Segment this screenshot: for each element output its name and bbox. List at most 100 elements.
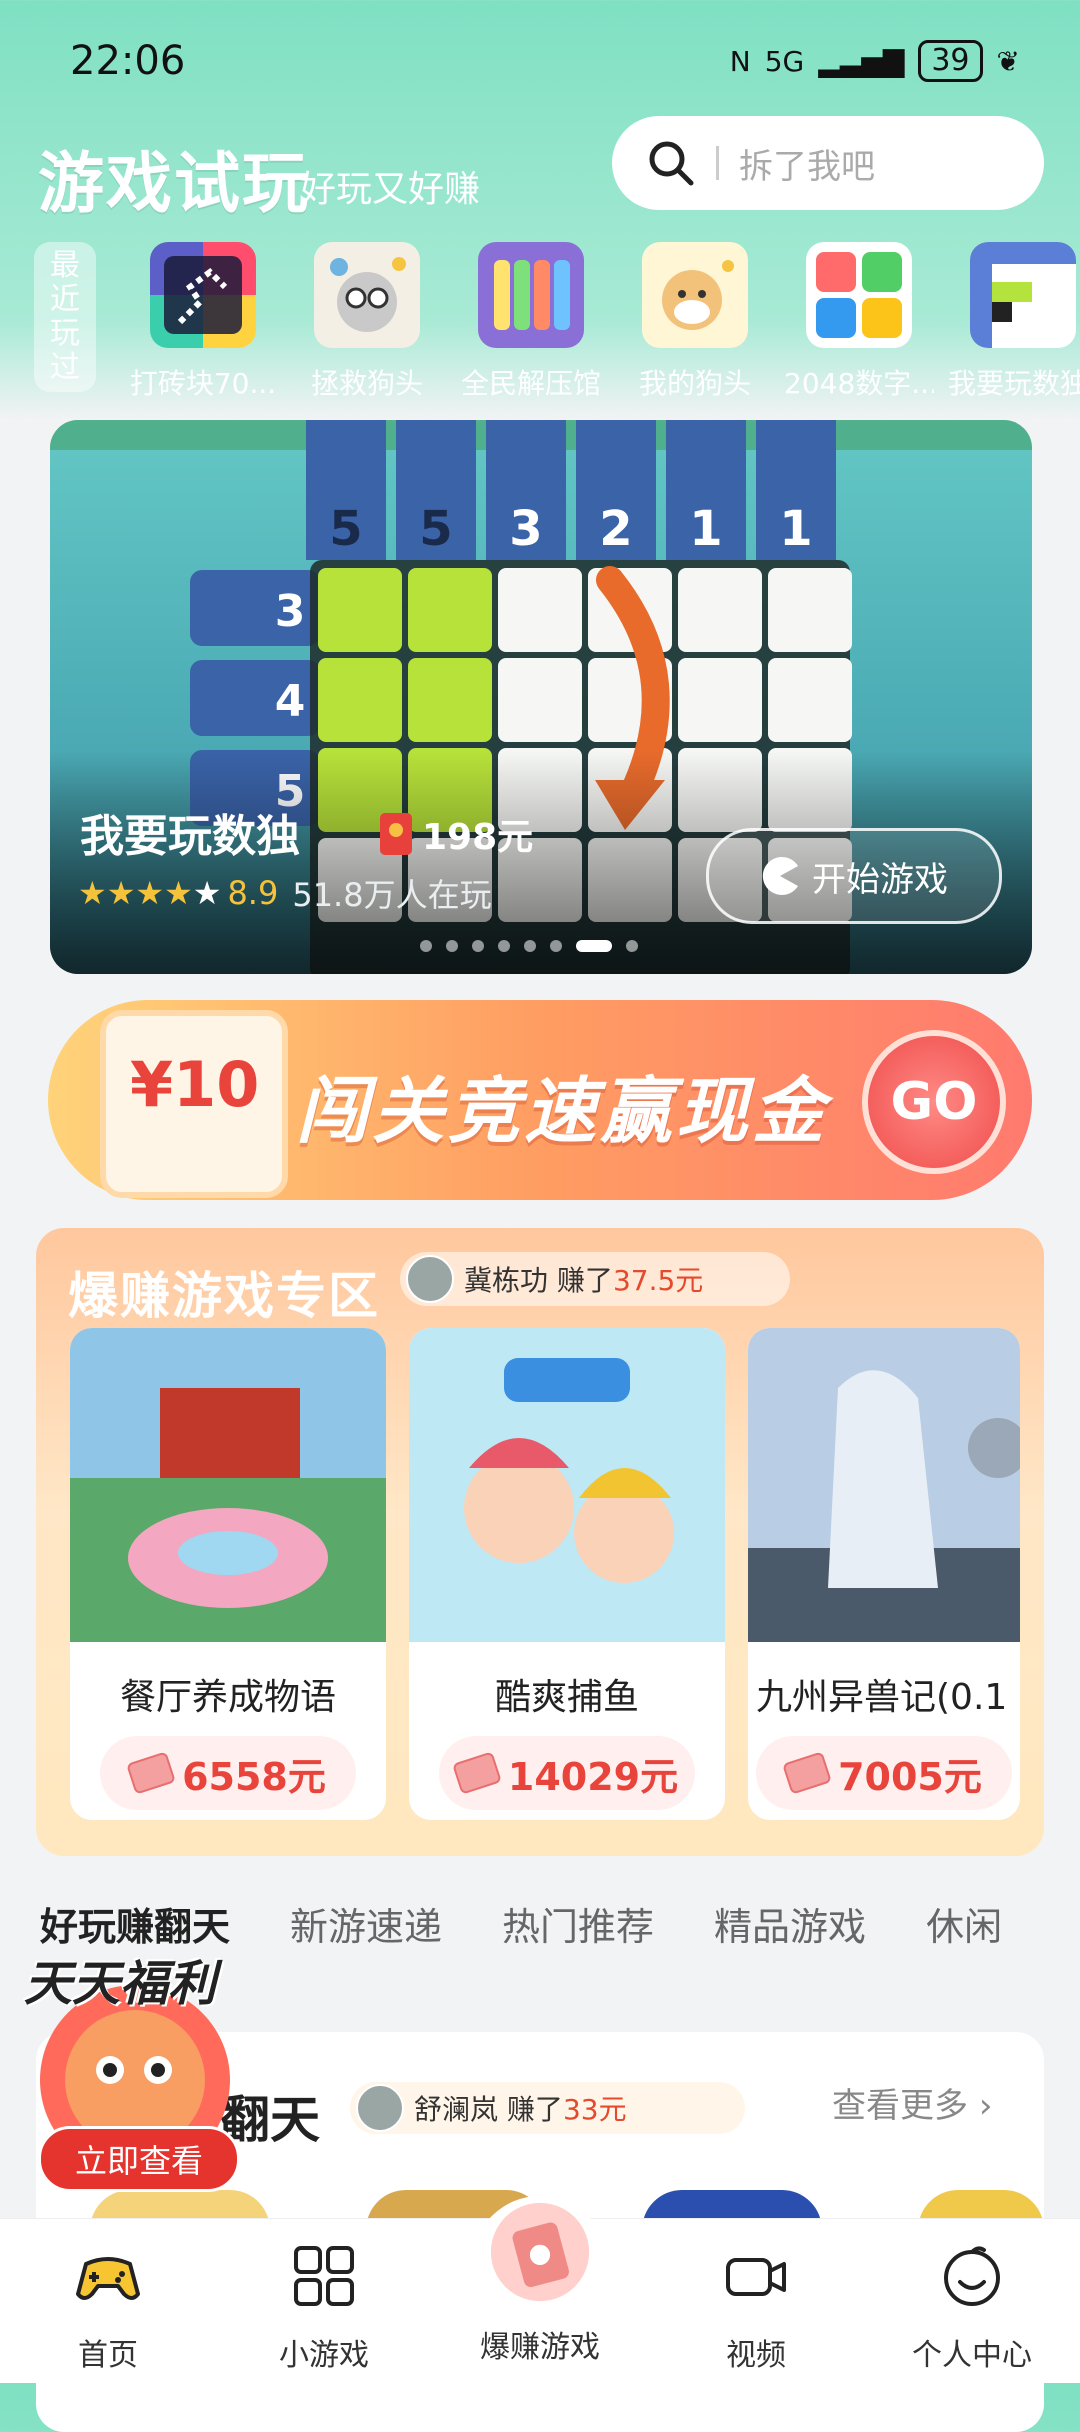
sudoku-game-icon [970, 242, 1076, 348]
puzzle-cell [318, 568, 402, 652]
ticker-amount: 37.5元 [612, 1264, 704, 1297]
nav-video[interactable]: 视频 [648, 2240, 864, 2374]
recent-game-save-dog[interactable]: 拯救狗头 [292, 242, 442, 402]
carousel-dot[interactable] [524, 940, 536, 952]
earn-zone-title: 爆赚游戏专区 [68, 1267, 380, 1325]
star-rating-icon: ★★★★★ [78, 874, 222, 912]
promo-amount: ¥10 [130, 1048, 260, 1121]
go-button[interactable]: GO [862, 1030, 1006, 1174]
recent-game-relax-hall[interactable]: 全民解压馆 [456, 242, 606, 402]
promo-text: 闯关竞速赢现金 [296, 1069, 829, 1153]
game-reward-badge: 6558元 [100, 1736, 356, 1810]
relax-hall-game-icon [478, 242, 584, 348]
carousel-dot[interactable] [626, 940, 638, 952]
status-icons: N 5G ▂▃▅▇ 39 ❦ [730, 40, 1020, 82]
carousel-dot[interactable] [550, 940, 562, 952]
game-reward: 7005元 [838, 1754, 982, 1799]
game-card-fishing[interactable]: 酷爽捕鱼 14029元 [409, 1328, 725, 1820]
restaurant-game-art [70, 1328, 386, 1642]
recent-game-sudoku[interactable]: 我要玩数独 [948, 242, 1080, 402]
rating-value: 8.9 [227, 874, 279, 912]
cash-icon [782, 1751, 833, 1795]
cash-icon [126, 1751, 177, 1795]
nav-mini-games[interactable]: 小游戏 [216, 2240, 432, 2374]
nav-label: 视频 [726, 2338, 786, 2373]
section-ticker: 舒澜岚 赚了 33元 [350, 2082, 745, 2134]
nav-label: 首页 [78, 2338, 138, 2373]
recent-game-2048[interactable]: 2048数字... [784, 242, 934, 402]
ticker-user: 舒澜岚 [414, 2093, 499, 2126]
nav-profile[interactable]: 个人中心 [864, 2240, 1080, 2374]
nav-earn-games[interactable]: 爆赚游戏 [432, 2202, 648, 2366]
ticker-user: 冀栋功 [464, 1264, 549, 1297]
row-clue: 3 [275, 586, 306, 637]
game-name: 九州异兽记(0.1 [756, 1677, 1008, 1718]
carousel-dot[interactable] [420, 940, 432, 952]
view-more-label: 查看更多 [832, 2086, 968, 2126]
recent-label-char: 过 [50, 350, 80, 385]
brick-breaker-game-icon [150, 242, 256, 348]
fishing-game-art [409, 1328, 725, 1642]
carousel-indicator[interactable] [420, 940, 638, 952]
nav-label: 爆赚游戏 [480, 2330, 600, 2365]
avatar [406, 1255, 454, 1303]
view-now-button[interactable]: 立即查看 [38, 2126, 240, 2192]
recent-game-name: 我的狗头 [638, 367, 751, 400]
search-input[interactable]: 拆了我吧 [612, 116, 1044, 210]
pacman-icon [762, 857, 798, 895]
nav-home[interactable]: 首页 [0, 2240, 216, 2374]
tab-new-games[interactable]: 新游速递 [290, 1896, 442, 1951]
game-card-restaurant[interactable]: 餐厅养成物语 6558元 [70, 1328, 386, 1820]
red-packet-icon [380, 813, 412, 855]
grid-icon [294, 2246, 354, 2306]
cash-icon [451, 1751, 502, 1795]
puzzle-cell [318, 658, 402, 742]
carousel-dot[interactable] [472, 940, 484, 952]
tab-featured[interactable]: 精品游戏 [714, 1896, 866, 1951]
chevron-right-icon: › [978, 2086, 993, 2126]
column-clue: 1 [779, 501, 812, 557]
tab-hot[interactable]: 热门推荐 [502, 1896, 654, 1951]
welfare-title: 天天福利 [24, 1956, 217, 2012]
column-clue: 2 [599, 501, 632, 557]
game-name: 酷爽捕鱼 [494, 1677, 639, 1718]
puzzle-cell [768, 658, 852, 742]
search-placeholder: 拆了我吧 [739, 146, 875, 187]
puzzle-cell [678, 568, 762, 652]
recent-label-char: 最 [50, 248, 80, 283]
page-subtitle: 好玩又好赚 [300, 169, 481, 210]
start-game-label: 开始游戏 [812, 859, 948, 900]
puzzle-cell [408, 658, 492, 742]
puzzle-cell [678, 658, 762, 742]
column-clue: 3 [509, 501, 542, 557]
recent-game-name: 2048数字... [784, 367, 934, 400]
jiuzhou-game-art [748, 1328, 1020, 1642]
video-camera-icon [726, 2258, 786, 2296]
recent-game-name: 全民解压馆 [460, 367, 601, 400]
game-2048-icon [806, 242, 912, 348]
recent-game-my-dog[interactable]: 我的狗头 [620, 242, 770, 402]
save-dog-game-icon [314, 242, 420, 348]
search-icon [649, 141, 694, 186]
carousel-dot[interactable] [498, 940, 510, 952]
start-game-button[interactable]: 开始游戏 [706, 828, 1002, 924]
column-clue: 1 [689, 501, 722, 557]
network-label: 5G [764, 44, 805, 78]
carousel-dot[interactable] [576, 940, 612, 952]
ticker-text: 赚了 [506, 2093, 563, 2126]
recent-game-brick-breaker[interactable]: 打砖块70... [128, 242, 278, 402]
game-reward: 6558元 [182, 1754, 326, 1799]
game-reward-badge: 7005元 [756, 1736, 1012, 1810]
battery-indicator: 39 [918, 40, 983, 82]
puzzle-cell [498, 568, 582, 652]
view-more-link[interactable]: 查看更多 › [832, 2078, 992, 2127]
puzzle-cell [498, 658, 582, 742]
puzzle-cell [768, 568, 852, 652]
tab-casual[interactable]: 休闲 [926, 1896, 1002, 1951]
game-card-jiuzhou[interactable]: 九州异兽记(0.1 7005元 [748, 1328, 1020, 1820]
nav-label: 个人中心 [912, 2338, 1032, 2373]
ticker-amount: 33元 [562, 2093, 627, 2126]
recent-label-char: 近 [50, 282, 80, 317]
carousel-dot[interactable] [446, 940, 458, 952]
game-reward-badge: 14029元 [439, 1736, 695, 1810]
